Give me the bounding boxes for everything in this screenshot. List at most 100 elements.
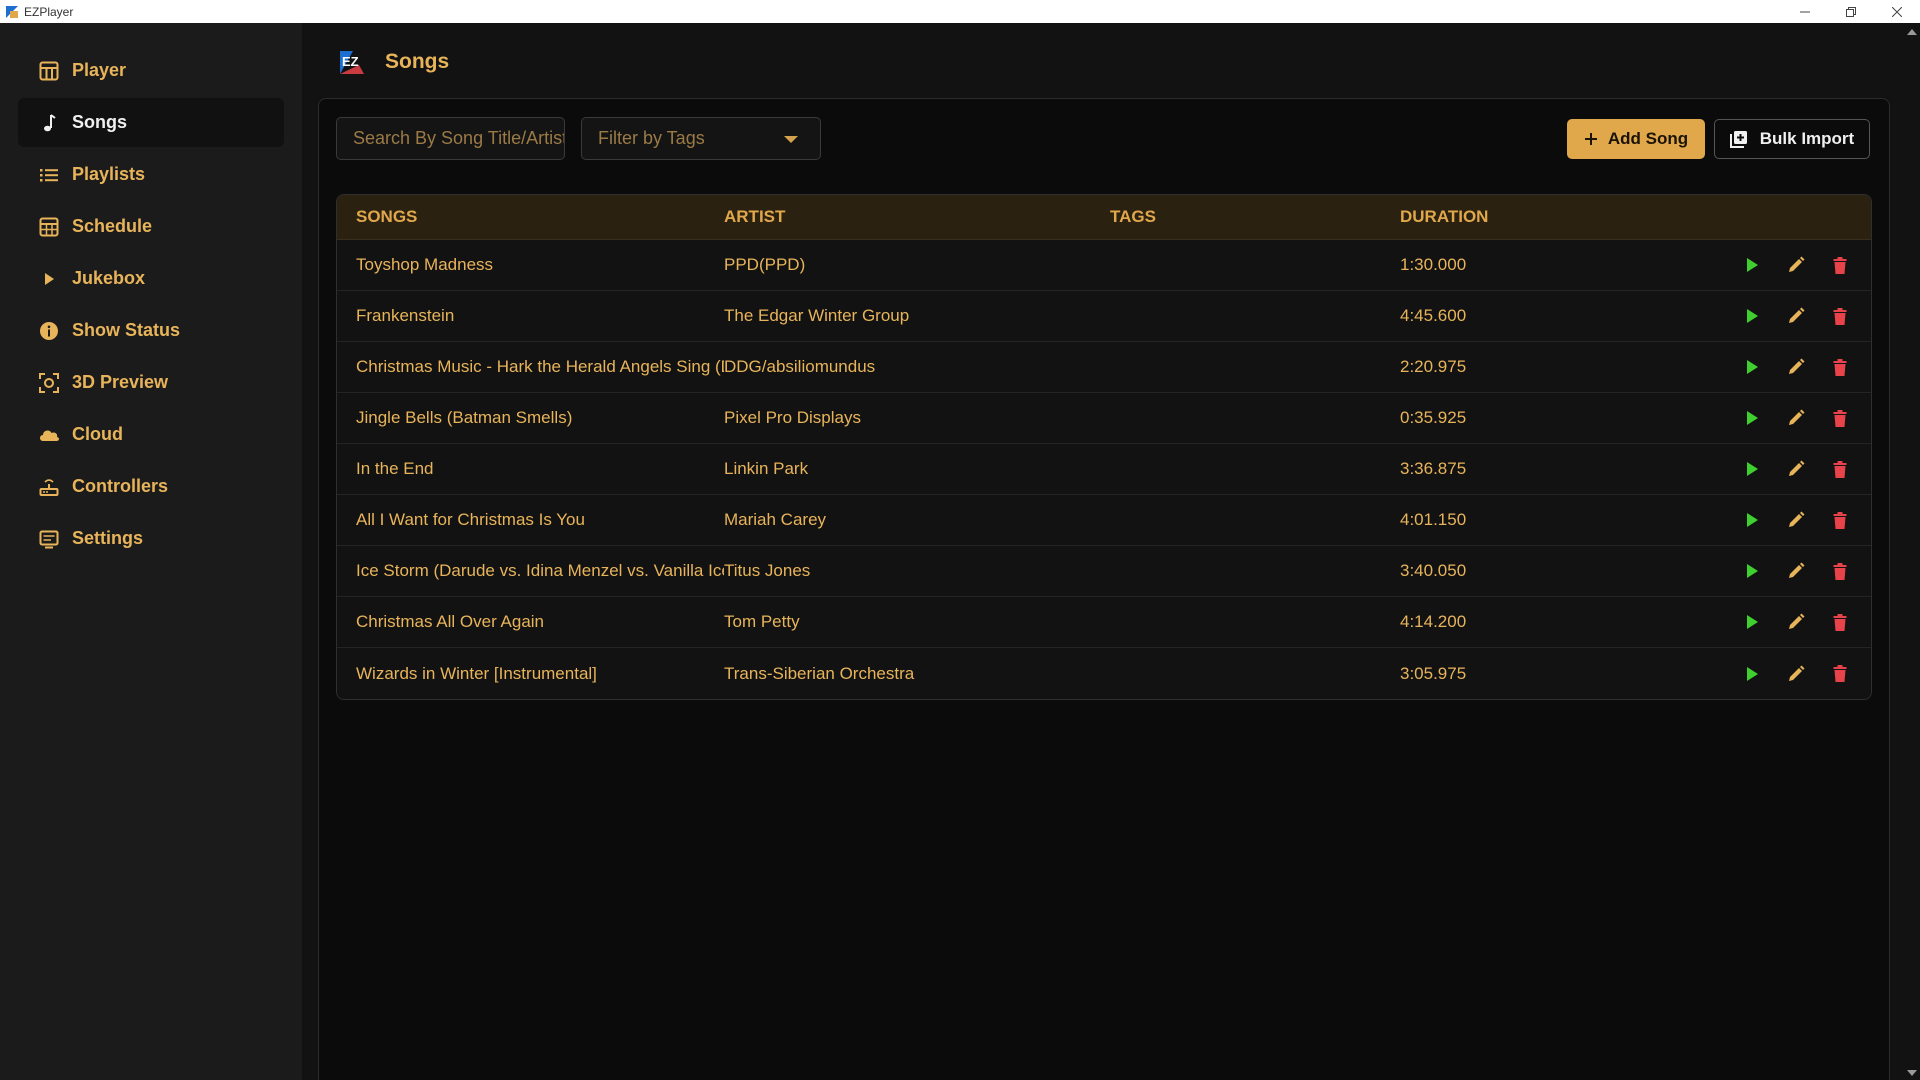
delete-button[interactable] bbox=[1829, 611, 1851, 633]
edit-button[interactable] bbox=[1785, 305, 1807, 327]
window-titlebar: EZPlayer bbox=[0, 0, 1920, 23]
sidebar-item-label: Cloud bbox=[72, 424, 123, 444]
pencil-icon bbox=[1789, 307, 1805, 323]
sidebar-item-settings[interactable]: Settings bbox=[18, 514, 284, 563]
sidebar-item-label: Schedule bbox=[72, 216, 153, 236]
sidebar-item-cloud[interactable]: Cloud bbox=[18, 410, 284, 459]
delete-button[interactable] bbox=[1829, 663, 1851, 685]
pencil-icon bbox=[1789, 613, 1805, 629]
bulk-import-button[interactable]: Bulk Import bbox=[1714, 119, 1870, 159]
play-button[interactable] bbox=[1741, 611, 1763, 633]
duration-cell: 4:01.150 bbox=[1400, 510, 1467, 529]
edit-button[interactable] bbox=[1785, 663, 1807, 685]
sidebar-item-songs[interactable]: Songs bbox=[18, 98, 284, 147]
sidebar-item-label: Jukebox bbox=[72, 268, 146, 288]
restore-button[interactable] bbox=[1828, 0, 1874, 23]
sidebar-item-player[interactable]: Player bbox=[18, 46, 284, 95]
song-title-cell: Christmas All Over Again bbox=[356, 612, 545, 631]
column-header-artist[interactable]: ARTIST bbox=[724, 207, 1110, 227]
song-title-cell: Frankenstein bbox=[356, 306, 455, 325]
search-input[interactable] bbox=[336, 117, 565, 160]
edit-button[interactable] bbox=[1785, 254, 1807, 276]
svg-text:EZ: EZ bbox=[342, 54, 359, 69]
play-icon bbox=[1747, 666, 1758, 681]
row-actions bbox=[1700, 305, 1871, 327]
sidebar-item-controllers[interactable]: Controllers bbox=[18, 462, 284, 511]
edit-button[interactable] bbox=[1785, 611, 1807, 633]
sidebar-item-show-status[interactable]: Show Status bbox=[18, 306, 284, 355]
table-row[interactable]: Wizards in Winter [Instrumental] Trans-S… bbox=[337, 648, 1871, 699]
table-row[interactable]: In the End Linkin Park 3:36.875 bbox=[337, 444, 1871, 495]
play-button[interactable] bbox=[1741, 509, 1763, 531]
minimize-button[interactable] bbox=[1782, 0, 1828, 23]
app-logo-icon bbox=[3, 3, 21, 21]
3d-view-icon bbox=[38, 372, 60, 394]
edit-button[interactable] bbox=[1785, 407, 1807, 429]
delete-button[interactable] bbox=[1829, 305, 1851, 327]
bulk-import-label: Bulk Import bbox=[1759, 129, 1855, 148]
delete-button[interactable] bbox=[1829, 254, 1851, 276]
artist-cell: Trans-Siberian Orchestra bbox=[724, 663, 915, 683]
table-row[interactable]: Frankenstein The Edgar Winter Group 4:45… bbox=[337, 291, 1871, 342]
table-row[interactable]: Ice Storm (Darude vs. Idina Menzel vs. V… bbox=[337, 546, 1871, 597]
table-row[interactable]: Christmas Music - Hark the Herald Angels… bbox=[337, 342, 1871, 393]
pencil-icon bbox=[1789, 409, 1805, 425]
tag-filter-dropdown[interactable]: Filter by Tags bbox=[581, 117, 821, 160]
duration-cell: 3:36.875 bbox=[1400, 459, 1467, 478]
edit-button[interactable] bbox=[1785, 560, 1807, 582]
delete-button[interactable] bbox=[1829, 509, 1851, 531]
artist-cell: Linkin Park bbox=[724, 459, 809, 478]
window-scrollbar[interactable] bbox=[1903, 23, 1920, 1080]
column-header-songs[interactable]: SONGS bbox=[337, 207, 724, 227]
row-actions bbox=[1700, 509, 1871, 531]
play-icon bbox=[1747, 462, 1758, 476]
sidebar-item-3d-preview[interactable]: 3D Preview bbox=[18, 358, 284, 407]
sidebar-item-schedule[interactable]: Schedule bbox=[18, 202, 284, 251]
delete-button[interactable] bbox=[1829, 458, 1851, 480]
edit-button[interactable] bbox=[1785, 458, 1807, 480]
delete-button[interactable] bbox=[1829, 407, 1851, 429]
settings-screen-icon bbox=[38, 528, 60, 550]
page-header: EZ Songs bbox=[337, 45, 449, 79]
play-button[interactable] bbox=[1741, 560, 1763, 582]
duration-cell: 4:45.600 bbox=[1400, 306, 1467, 325]
duration-cell: 0:35.925 bbox=[1400, 408, 1467, 427]
column-header-duration[interactable]: DURATION bbox=[1400, 207, 1700, 227]
artist-cell: Titus Jones bbox=[724, 561, 811, 580]
pencil-icon bbox=[1789, 665, 1805, 681]
song-title-cell: In the End bbox=[356, 459, 434, 478]
song-title-cell: All I Want for Christmas Is You bbox=[356, 510, 585, 529]
list-icon bbox=[38, 164, 60, 186]
sidebar-item-label: Player bbox=[72, 60, 127, 80]
row-actions bbox=[1700, 254, 1871, 276]
table-header: SONGS ARTIST TAGS DURATION bbox=[337, 195, 1871, 240]
delete-button[interactable] bbox=[1829, 356, 1851, 378]
delete-button[interactable] bbox=[1829, 560, 1851, 582]
sidebar-item-jukebox[interactable]: Jukebox bbox=[18, 254, 284, 303]
play-icon bbox=[1747, 513, 1758, 527]
table-row[interactable]: All I Want for Christmas Is You Mariah C… bbox=[337, 495, 1871, 546]
play-button[interactable] bbox=[1741, 663, 1763, 685]
pencil-icon bbox=[1789, 562, 1805, 578]
scroll-up-icon[interactable] bbox=[1907, 29, 1917, 35]
play-button[interactable] bbox=[1741, 356, 1763, 378]
pencil-icon bbox=[1789, 256, 1805, 272]
add-song-button[interactable]: Add Song bbox=[1567, 119, 1705, 159]
sidebar-item-playlists[interactable]: Playlists bbox=[18, 150, 284, 199]
duration-cell: 4:14.200 bbox=[1400, 612, 1467, 631]
column-header-tags[interactable]: TAGS bbox=[1110, 207, 1400, 227]
edit-button[interactable] bbox=[1785, 509, 1807, 531]
trash-icon bbox=[1833, 562, 1847, 580]
table-row[interactable]: Toyshop Madness PPD(PPD) 1:30.000 bbox=[337, 240, 1871, 291]
row-actions bbox=[1700, 356, 1871, 378]
play-button[interactable] bbox=[1741, 407, 1763, 429]
artist-cell: Mariah Carey bbox=[724, 510, 827, 529]
scroll-down-icon[interactable] bbox=[1907, 1070, 1917, 1076]
play-button[interactable] bbox=[1741, 305, 1763, 327]
close-button[interactable] bbox=[1874, 0, 1920, 23]
play-button[interactable] bbox=[1741, 458, 1763, 480]
edit-button[interactable] bbox=[1785, 356, 1807, 378]
play-button[interactable] bbox=[1741, 254, 1763, 276]
table-row[interactable]: Jingle Bells (Batman Smells) Pixel Pro D… bbox=[337, 393, 1871, 444]
table-row[interactable]: Christmas All Over Again Tom Petty 4:14.… bbox=[337, 597, 1871, 648]
